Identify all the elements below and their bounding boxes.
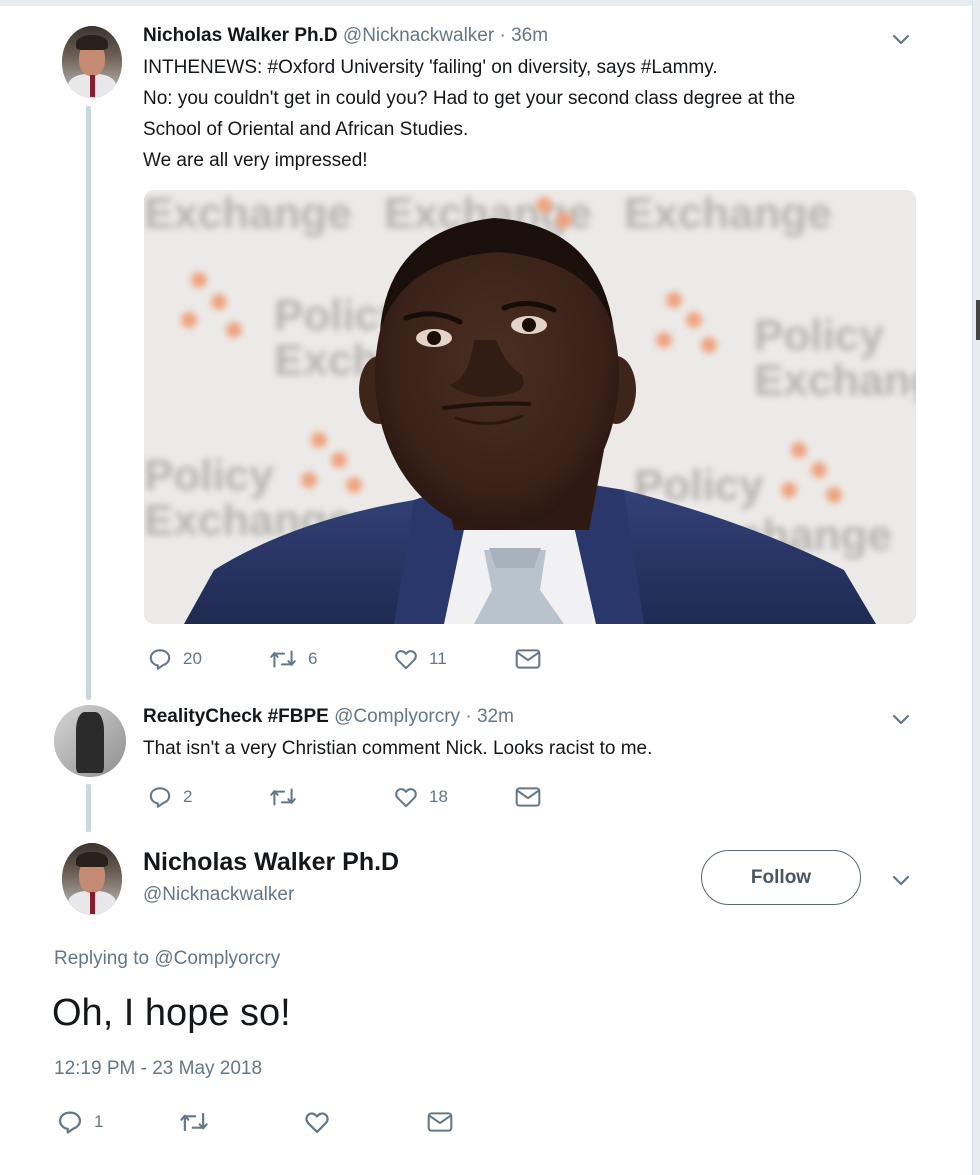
retweet-action[interactable]: [268, 784, 308, 810]
like-action[interactable]: 11: [393, 646, 447, 672]
message-action[interactable]: [514, 646, 542, 672]
like-action[interactable]: [303, 1108, 341, 1136]
message-action[interactable]: [514, 784, 542, 810]
backdrop-text: Policy: [754, 311, 884, 360]
author-name[interactable]: RealityCheck #FBPE: [143, 706, 329, 727]
reply-count: 1: [94, 1112, 104, 1131]
tweet-text-line: INTHENEWS: #Oxford University 'failing' …: [143, 57, 718, 78]
tweet-text-line: We are all very impressed!: [143, 150, 368, 171]
message-icon[interactable]: [514, 646, 542, 672]
chevron-down-icon[interactable]: [890, 708, 912, 730]
tweet-text: Oh, I hope so!: [52, 992, 291, 1034]
author-name[interactable]: Nicholas Walker Ph.D: [143, 848, 399, 877]
author-name[interactable]: Nicholas Walker Ph.D: [143, 25, 338, 46]
retweet-action[interactable]: [178, 1108, 220, 1136]
tweet-time[interactable]: · 32m: [465, 706, 514, 727]
tweet-header: RealityCheck #FBPE @Complyorcry · 32m: [143, 706, 514, 728]
replying-handle-link[interactable]: @Complyorcry: [154, 948, 280, 969]
reply-icon[interactable]: [147, 784, 173, 810]
top-border: [0, 0, 980, 6]
reply-icon[interactable]: [56, 1108, 84, 1136]
chevron-down-icon[interactable]: [890, 869, 912, 891]
scrollbar-thumb[interactable]: [976, 300, 980, 340]
message-action[interactable]: [426, 1108, 454, 1136]
like-icon[interactable]: [303, 1108, 331, 1136]
backdrop-text: Exchange: [144, 190, 352, 238]
reply-icon[interactable]: [147, 646, 173, 672]
tweet-timestamp[interactable]: 12:19 PM - 23 May 2018: [54, 1058, 262, 1080]
reply-action[interactable]: 2: [147, 784, 192, 810]
tweet-text-line: No: you couldn't get in could you? Had t…: [143, 88, 796, 109]
tweet-photo[interactable]: Exchange Exchange Exchange Policy Exchan…: [144, 190, 916, 624]
backdrop-text: Policy: [144, 451, 274, 500]
like-icon[interactable]: [393, 784, 419, 810]
tweet-time[interactable]: · 36m: [499, 25, 548, 46]
message-icon[interactable]: [426, 1108, 454, 1136]
replying-to: Replying to @Complyorcry: [54, 948, 280, 970]
retweet-count: 6: [308, 649, 318, 668]
retweet-icon[interactable]: [268, 646, 298, 672]
avatar[interactable]: [62, 843, 122, 915]
like-icon[interactable]: [393, 646, 419, 672]
avatar[interactable]: [54, 705, 126, 777]
author-handle[interactable]: @Nicknackwalker: [143, 884, 294, 906]
like-count: 11: [429, 649, 447, 668]
retweet-icon[interactable]: [178, 1108, 210, 1136]
reply-action[interactable]: 20: [147, 646, 202, 672]
tweet-text: INTHENEWS: #Oxford University 'failing' …: [143, 52, 923, 176]
author-handle[interactable]: @Nicknackwalker: [343, 25, 494, 46]
page-scrollbar[interactable]: [972, 0, 980, 1175]
thread-line: [86, 106, 91, 700]
thread-line: [86, 784, 91, 832]
chevron-down-icon[interactable]: [890, 28, 912, 50]
reply-action[interactable]: 1: [56, 1108, 103, 1136]
like-count: 18: [429, 787, 448, 806]
retweet-icon[interactable]: [268, 784, 298, 810]
avatar[interactable]: [62, 26, 122, 98]
follow-button[interactable]: Follow: [701, 850, 861, 905]
backdrop-text: Exchang: [754, 356, 916, 405]
author-handle[interactable]: @Complyorcry: [334, 706, 460, 727]
backdrop-text: Exchange: [624, 190, 832, 238]
reply-count: 2: [183, 787, 193, 806]
retweet-action[interactable]: 6: [268, 646, 317, 672]
tweet-header: Nicholas Walker Ph.D @Nicknackwalker · 3…: [143, 25, 548, 47]
message-icon[interactable]: [514, 784, 542, 810]
like-action[interactable]: 18: [393, 784, 448, 810]
tweet-text-line: School of Oriental and African Studies.: [143, 119, 469, 140]
replying-prefix: Replying to: [54, 948, 150, 969]
reply-count: 20: [183, 649, 202, 668]
tweet-text: That isn't a very Christian comment Nick…: [143, 738, 653, 759]
